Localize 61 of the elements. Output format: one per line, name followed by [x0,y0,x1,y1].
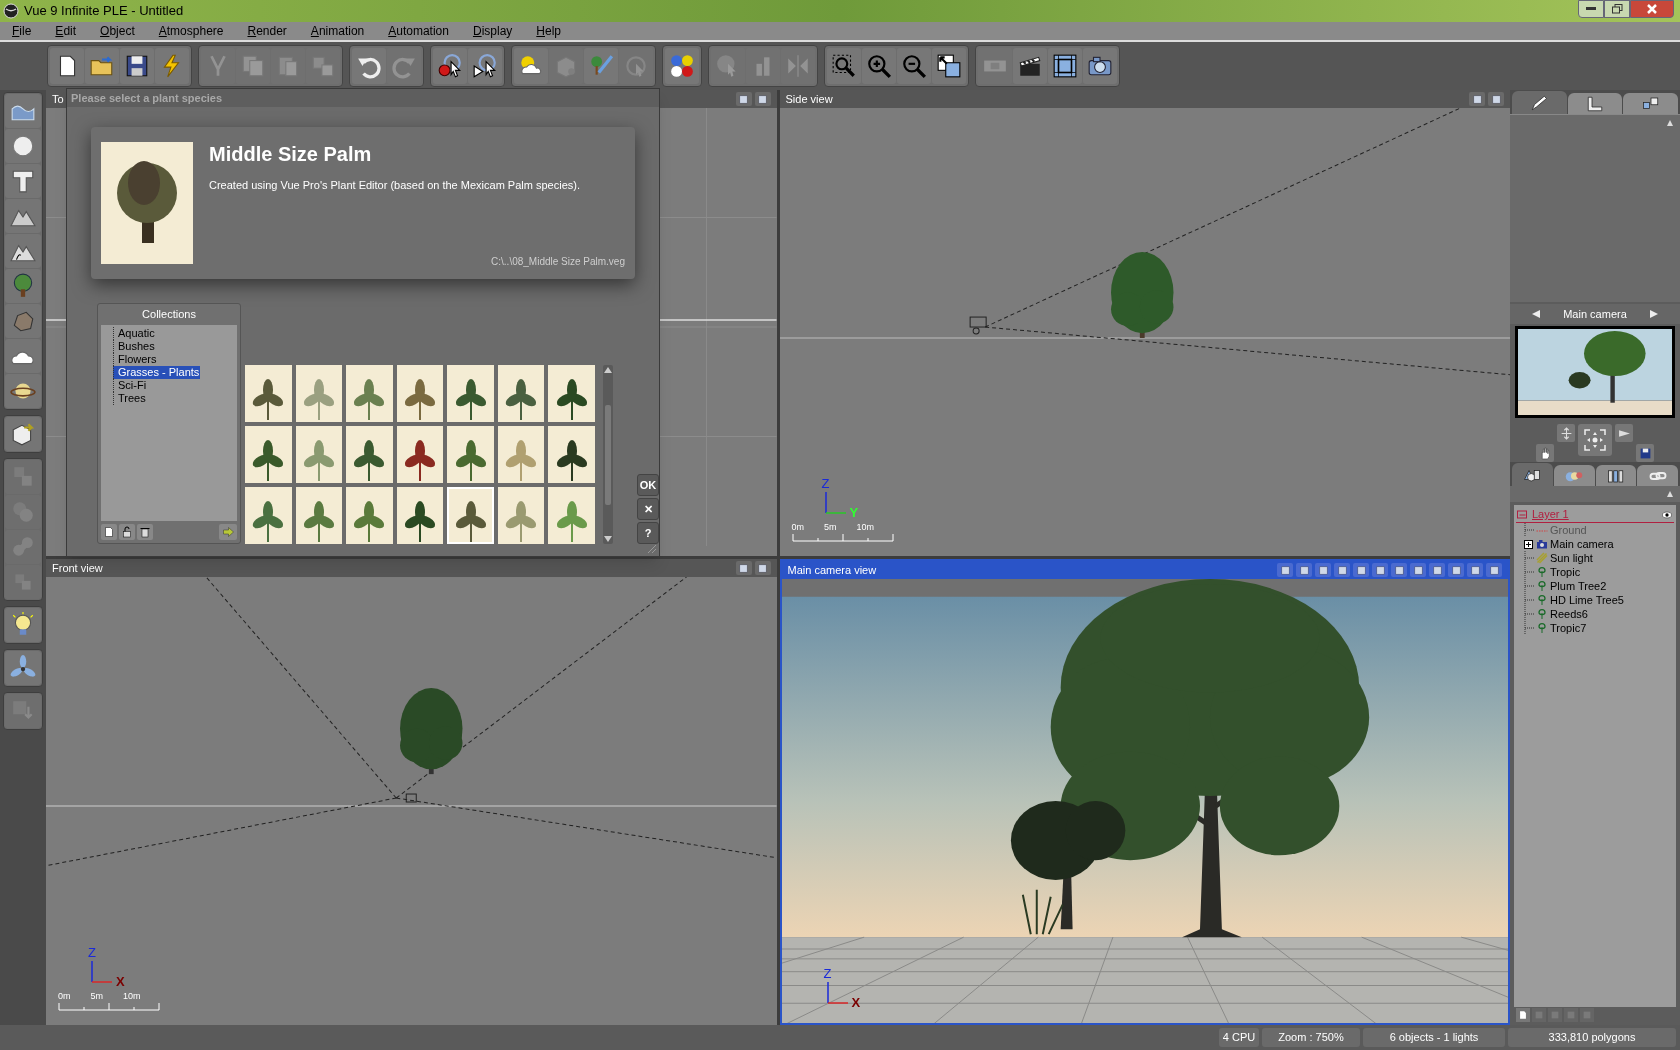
scene-object-row[interactable]: Reeds6 [1514,607,1676,621]
status-field: Zoom : 750% [1262,1028,1360,1047]
scale-label: 10m [123,989,141,1003]
cancel-button[interactable]: ✕ [637,498,659,520]
axis-label: Z [88,945,96,959]
viewport-title: Main camera view [787,562,877,578]
axis-label: X [851,996,861,1009]
scene-object-row[interactable]: HD Lime Tree5 [1514,593,1676,607]
collection-item[interactable]: Sci-Fi [113,378,148,392]
window-title: Vue 9 Infinite PLE - Untitled [24,2,184,21]
scale-label: 5m [824,520,837,534]
collection-item[interactable]: Trees [113,391,147,405]
menu-item[interactable]: Render [247,22,287,40]
collections-title: Collections [141,307,197,322]
collection-item[interactable]: Grasses - Plants [113,365,201,379]
menu-item[interactable]: Animation [310,22,365,40]
scale-label: 5m [90,989,104,1003]
axis-label: X [116,974,125,988]
plant-file-path: C:\..\08_Middle Size Palm.veg [491,255,625,269]
menu-item[interactable]: Display [472,22,513,40]
object-name: Plum Tree2 [1550,578,1607,594]
object-name: Sun light [1550,550,1593,566]
status-field: 4 CPU [1219,1028,1259,1047]
object-name: Tropic [1550,564,1581,580]
menu-item[interactable]: Automation [388,22,449,40]
collection-item[interactable]: Bushes [113,339,156,353]
menu-item[interactable]: Object [100,22,135,40]
viewport-title: Front view [52,560,103,576]
collection-item[interactable]: Flowers [113,352,158,366]
status-field: 6 objects - 1 lights [1363,1028,1505,1047]
menu-item[interactable]: Atmosphere [158,22,224,40]
scale-label: 0m [58,989,71,1003]
dialog-title: Please select a plant species [71,90,223,106]
ok-button[interactable]: OK [637,474,659,496]
axis-label: Y [849,505,859,519]
help-button[interactable]: ? [637,522,659,544]
viewport-title: Side view [785,91,833,107]
scene-object-row[interactable]: Sun light [1514,551,1676,565]
object-name: Reeds6 [1550,606,1588,622]
menu-item[interactable]: Help [536,22,561,40]
collection-item[interactable]: Aquatic [113,326,156,340]
viewport-title: To [52,91,64,107]
status-field: 333,810 polygons [1508,1028,1676,1047]
scene-object-row[interactable]: Main camera [1514,537,1676,551]
layer-name: Layer 1 [1532,507,1570,523]
plant-description: Created using Vue Pro's Plant Editor (based on the Mexicam Palm species). [209,178,581,193]
scale-label: 10m [856,520,875,534]
scale-label: 0m [791,520,804,534]
scene-object-row[interactable]: Plum Tree2 [1514,579,1676,593]
object-name: HD Lime Tree5 [1550,592,1624,608]
menu-item[interactable]: Edit [55,22,77,40]
camera-name: Main camera [1562,306,1628,322]
scene-object-row[interactable]: Tropic [1514,565,1676,579]
object-name: Tropic7 [1550,620,1587,636]
menu-item[interactable]: File [12,22,32,40]
plant-name: Middle Size Palm [209,142,373,167]
axis-label: Z [821,476,830,490]
object-name: Ground [1550,522,1587,538]
scene-object-row[interactable]: Tropic7 [1514,621,1676,635]
axis-label: Z [823,967,832,980]
object-name: Main camera [1550,536,1614,552]
